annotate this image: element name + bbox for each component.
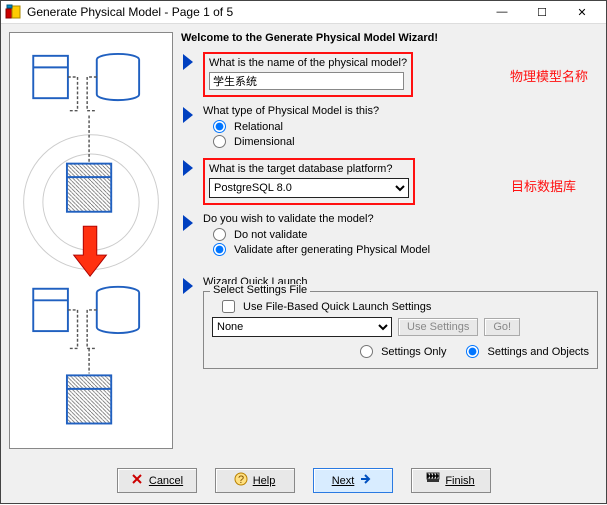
help-icon: ? bbox=[234, 472, 248, 489]
welcome-heading: Welcome to the Generate Physical Model W… bbox=[181, 32, 598, 44]
platform-select[interactable]: PostgreSQL 8.0 bbox=[209, 178, 409, 198]
use-settings-button[interactable]: Use Settings bbox=[398, 318, 478, 336]
settings-file-select[interactable]: None bbox=[212, 317, 392, 337]
section-validate: Do you wish to validate the model? Do no… bbox=[181, 213, 598, 258]
highlight-box-name: What is the name of the physical model? bbox=[203, 52, 413, 97]
go-button[interactable]: Go! bbox=[484, 318, 520, 336]
wizard-illustration bbox=[9, 32, 173, 449]
minimize-button[interactable]: — bbox=[482, 1, 522, 23]
radio-dimensional-label: Dimensional bbox=[234, 136, 295, 148]
cancel-button[interactable]: Cancel bbox=[117, 468, 197, 493]
next-label: Next bbox=[332, 475, 355, 487]
radio-settings-only-label: Settings Only bbox=[381, 346, 446, 358]
label-platform: What is the target database platform? bbox=[209, 163, 409, 175]
next-button[interactable]: Next bbox=[313, 468, 393, 493]
radio-no-validate-label: Do not validate bbox=[234, 229, 307, 241]
section-quicklaunch: Wizard Quick Launch Select Settings File… bbox=[181, 276, 598, 369]
title-bar: Generate Physical Model - Page 1 of 5 — … bbox=[1, 1, 606, 24]
cancel-icon bbox=[130, 472, 144, 489]
maximize-button[interactable]: ☐ bbox=[522, 1, 562, 23]
arrow-icon bbox=[183, 160, 193, 176]
radio-settings-objects-label: Settings and Objects bbox=[487, 346, 589, 358]
model-name-input[interactable] bbox=[209, 72, 404, 90]
label-model-name: What is the name of the physical model? bbox=[209, 57, 407, 69]
arrow-icon bbox=[183, 278, 193, 294]
label-model-type: What type of Physical Model is this? bbox=[203, 105, 598, 117]
window-title: Generate Physical Model - Page 1 of 5 bbox=[27, 5, 482, 19]
section-platform: What is the target database platform? Po… bbox=[181, 158, 598, 205]
section-model-name: What is the name of the physical model? … bbox=[181, 52, 598, 97]
radio-relational[interactable] bbox=[213, 120, 226, 133]
close-button[interactable]: ✕ bbox=[562, 1, 602, 23]
help-label: Help bbox=[253, 475, 276, 487]
annotation-platform: 目标数据库 bbox=[511, 176, 576, 195]
radio-validate-after-label: Validate after generating Physical Model bbox=[234, 244, 430, 256]
cancel-label: Cancel bbox=[149, 475, 183, 487]
wizard-main: Welcome to the Generate Physical Model W… bbox=[181, 32, 598, 449]
radio-validate-after[interactable] bbox=[213, 243, 226, 256]
fieldset-legend: Select Settings File bbox=[210, 284, 310, 296]
finish-button[interactable]: Finish bbox=[411, 468, 491, 493]
dialog-window: Generate Physical Model - Page 1 of 5 — … bbox=[0, 0, 607, 504]
arrow-icon bbox=[183, 215, 193, 231]
section-model-type: What type of Physical Model is this? Rel… bbox=[181, 105, 598, 150]
dialog-body: Welcome to the Generate Physical Model W… bbox=[1, 24, 606, 457]
label-validate: Do you wish to validate the model? bbox=[203, 213, 598, 225]
annotation-name: 物理模型名称 bbox=[510, 66, 588, 85]
svg-text:?: ? bbox=[238, 474, 244, 486]
radio-dimensional[interactable] bbox=[213, 135, 226, 148]
check-filebased-label: Use File-Based Quick Launch Settings bbox=[243, 301, 431, 313]
finish-label: Finish bbox=[445, 475, 474, 487]
finish-icon bbox=[426, 472, 440, 489]
app-icon bbox=[5, 4, 21, 20]
help-button[interactable]: ? Help bbox=[215, 468, 295, 493]
quicklaunch-fieldset: Select Settings File Use File-Based Quic… bbox=[203, 291, 598, 369]
highlight-box-platform: What is the target database platform? Po… bbox=[203, 158, 415, 205]
radio-settings-objects[interactable] bbox=[466, 345, 479, 358]
next-icon bbox=[359, 472, 373, 489]
radio-settings-only[interactable] bbox=[360, 345, 373, 358]
check-filebased[interactable] bbox=[222, 300, 235, 313]
arrow-icon bbox=[183, 107, 193, 123]
radio-relational-label: Relational bbox=[234, 121, 283, 133]
radio-no-validate[interactable] bbox=[213, 228, 226, 241]
arrow-icon bbox=[183, 54, 193, 70]
wizard-footer: Cancel ? Help Next Finish bbox=[1, 457, 606, 505]
